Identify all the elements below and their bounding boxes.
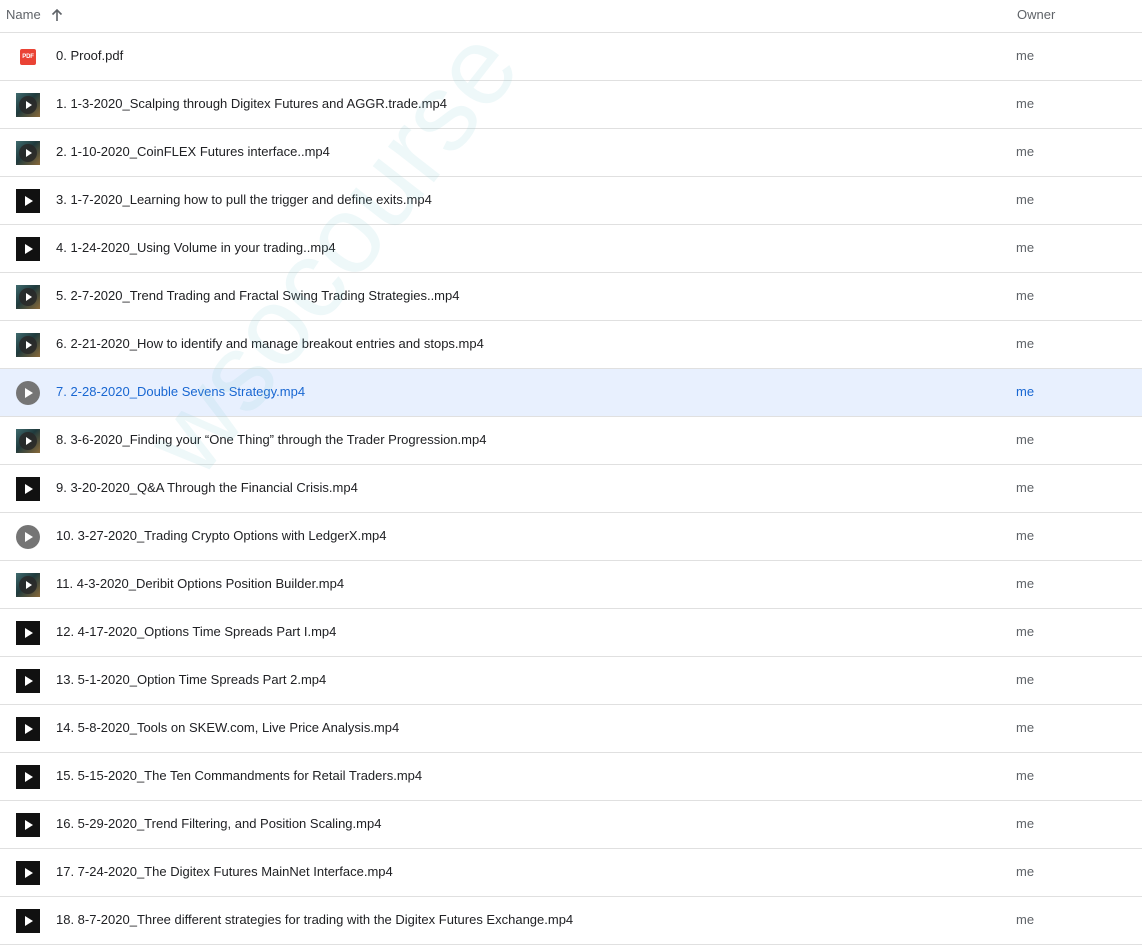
file-name[interactable]: 13. 5-1-2020_Option Time Spreads Part 2.…: [56, 672, 326, 687]
file-name[interactable]: 14. 5-8-2020_Tools on SKEW.com, Live Pri…: [56, 720, 399, 735]
play-circle-icon: [16, 381, 40, 405]
file-owner: me: [1016, 432, 1035, 447]
file-name[interactable]: 1. 1-3-2020_Scalping through Digitex Fut…: [56, 96, 447, 111]
video-icon: [16, 189, 40, 213]
video-icon: [16, 669, 40, 693]
file-name[interactable]: 6. 2-21-2020_How to identify and manage …: [56, 336, 484, 351]
file-row[interactable]: 10. 3-27-2020_Trading Crypto Options wit…: [0, 513, 1142, 561]
file-row[interactable]: 9. 3-20-2020_Q&A Through the Financial C…: [0, 465, 1142, 513]
file-name[interactable]: 9. 3-20-2020_Q&A Through the Financial C…: [56, 480, 358, 495]
file-owner: me: [1016, 336, 1035, 351]
file-owner: me: [1016, 240, 1035, 255]
file-name[interactable]: 7. 2-28-2020_Double Sevens Strategy.mp4: [56, 384, 305, 399]
pdf-icon-label: PDF: [20, 49, 36, 65]
file-row[interactable]: 14. 5-8-2020_Tools on SKEW.com, Live Pri…: [0, 705, 1142, 753]
file-row[interactable]: 3. 1-7-2020_Learning how to pull the tri…: [0, 177, 1142, 225]
file-owner: me: [1016, 720, 1035, 735]
file-name[interactable]: 11. 4-3-2020_Deribit Options Position Bu…: [56, 576, 344, 591]
file-owner: me: [1016, 288, 1035, 303]
file-owner: me: [1016, 768, 1035, 783]
video-icon: [16, 621, 40, 645]
pdf-icon: PDF: [16, 45, 40, 69]
sort-ascending-arrow-icon: [50, 8, 64, 22]
sort-by-name-button[interactable]: Name: [6, 7, 64, 22]
file-owner: me: [1016, 912, 1035, 927]
video-thumbnail-icon: [16, 429, 40, 453]
file-owner: me: [1016, 384, 1035, 399]
file-name[interactable]: 18. 8-7-2020_Three different strategies …: [56, 912, 573, 927]
file-rows: PDF 0. Proof.pdf me 1. 1-3-2020_Scalping th…: [0, 33, 1142, 945]
file-list: Name Owner PDF 0. Proof.pdf me 1. 1-3-2020_…: [0, 0, 1142, 945]
file-name[interactable]: 16. 5-29-2020_Trend Filtering, and Posit…: [56, 816, 381, 831]
file-row[interactable]: 8. 3-6-2020_Finding your “One Thing” thr…: [0, 417, 1142, 465]
play-circle-icon: [16, 525, 40, 549]
file-owner: me: [1016, 864, 1035, 879]
file-name[interactable]: 5. 2-7-2020_Trend Trading and Fractal Sw…: [56, 288, 459, 303]
list-header: Name Owner: [0, 0, 1142, 33]
file-owner: me: [1016, 528, 1035, 543]
file-name[interactable]: 2. 1-10-2020_CoinFLEX Futures interface.…: [56, 144, 330, 159]
file-owner: me: [1016, 96, 1035, 111]
file-owner: me: [1016, 192, 1035, 207]
file-name[interactable]: 15. 5-15-2020_The Ten Commandments for R…: [56, 768, 422, 783]
file-name[interactable]: 10. 3-27-2020_Trading Crypto Options wit…: [56, 528, 386, 543]
video-icon: [16, 813, 40, 837]
owner-column-label[interactable]: Owner: [1017, 7, 1055, 22]
video-icon: [16, 765, 40, 789]
file-owner: me: [1016, 48, 1035, 63]
file-owner: me: [1016, 816, 1035, 831]
file-name[interactable]: 0. Proof.pdf: [56, 48, 123, 63]
video-icon: [16, 861, 40, 885]
file-row[interactable]: 13. 5-1-2020_Option Time Spreads Part 2.…: [0, 657, 1142, 705]
file-row[interactable]: 1. 1-3-2020_Scalping through Digitex Fut…: [0, 81, 1142, 129]
video-icon: [16, 477, 40, 501]
file-name[interactable]: 8. 3-6-2020_Finding your “One Thing” thr…: [56, 432, 486, 447]
video-thumbnail-icon: [16, 333, 40, 357]
name-column-label: Name: [6, 7, 41, 22]
file-name[interactable]: 4. 1-24-2020_Using Volume in your tradin…: [56, 240, 336, 255]
video-thumbnail-icon: [16, 141, 40, 165]
file-owner: me: [1016, 144, 1035, 159]
file-owner: me: [1016, 480, 1035, 495]
file-name[interactable]: 17. 7-24-2020_The Digitex Futures MainNe…: [56, 864, 393, 879]
file-row[interactable]: 5. 2-7-2020_Trend Trading and Fractal Sw…: [0, 273, 1142, 321]
file-owner: me: [1016, 672, 1035, 687]
file-row[interactable]: 15. 5-15-2020_The Ten Commandments for R…: [0, 753, 1142, 801]
video-icon: [16, 717, 40, 741]
video-thumbnail-icon: [16, 573, 40, 597]
file-owner: me: [1016, 624, 1035, 639]
file-row[interactable]: PDF 0. Proof.pdf me: [0, 33, 1142, 81]
video-thumbnail-icon: [16, 285, 40, 309]
file-row[interactable]: 11. 4-3-2020_Deribit Options Position Bu…: [0, 561, 1142, 609]
file-name[interactable]: 3. 1-7-2020_Learning how to pull the tri…: [56, 192, 432, 207]
file-name[interactable]: 12. 4-17-2020_Options Time Spreads Part …: [56, 624, 336, 639]
file-owner: me: [1016, 576, 1035, 591]
video-icon: [16, 909, 40, 933]
file-row[interactable]: 12. 4-17-2020_Options Time Spreads Part …: [0, 609, 1142, 657]
video-thumbnail-icon: [16, 93, 40, 117]
file-row[interactable]: 7. 2-28-2020_Double Sevens Strategy.mp4 m…: [0, 369, 1142, 417]
file-row[interactable]: 16. 5-29-2020_Trend Filtering, and Posit…: [0, 801, 1142, 849]
file-row[interactable]: 4. 1-24-2020_Using Volume in your tradin…: [0, 225, 1142, 273]
file-row[interactable]: 2. 1-10-2020_CoinFLEX Futures interface.…: [0, 129, 1142, 177]
file-row[interactable]: 17. 7-24-2020_The Digitex Futures MainNe…: [0, 849, 1142, 897]
file-row[interactable]: 18. 8-7-2020_Three different strategies …: [0, 897, 1142, 945]
file-row[interactable]: 6. 2-21-2020_How to identify and manage …: [0, 321, 1142, 369]
video-icon: [16, 237, 40, 261]
